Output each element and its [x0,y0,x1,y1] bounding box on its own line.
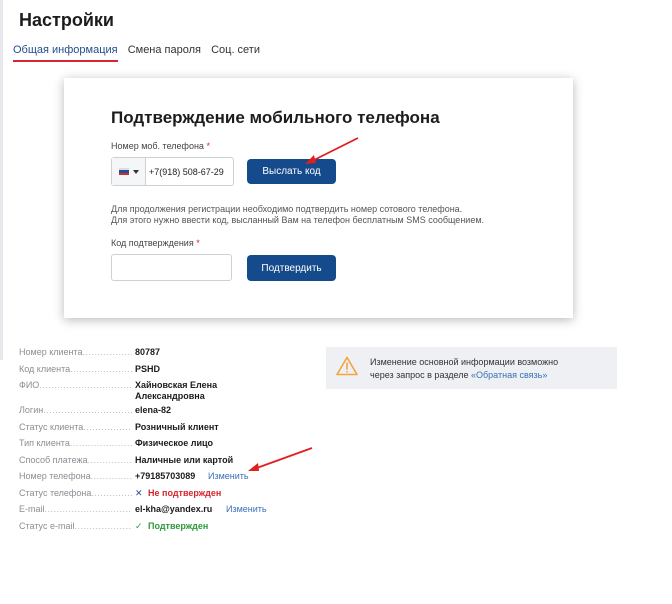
notice-line-2: через запрос в разделе «Обратная связь» [370,369,558,382]
detail-label: Номер клиента [19,347,132,357]
detail-value: Хайновская Елена Александровна [135,380,217,402]
phone-status-text: Не подтвержден [148,487,222,498]
tab-change-password[interactable]: Смена пароля [128,44,201,60]
detail-label: Тип клиента [19,438,132,448]
detail-value: elena-82 [135,405,172,415]
email-status-text: Подтвержден [148,520,209,531]
checkmark-icon: ✓ [135,520,143,531]
full-name-line-1: Хайновская Елена [135,380,218,390]
change-email-link[interactable]: Изменить [226,504,267,514]
cross-icon: ✕ [135,487,143,498]
required-mark: * [206,141,210,151]
detail-value: Физическое лицо [135,438,214,448]
detail-value: Розничный клиент [135,421,219,432]
phone-input-group [111,157,234,186]
detail-label: E-mail [19,504,132,514]
detail-value: Наличные или картой [135,454,234,465]
notice-text: Изменение основной информации возможно ч… [370,356,558,382]
change-phone-link[interactable]: Изменить [208,471,249,481]
detail-value: +79185703089 [135,471,196,481]
feedback-link[interactable]: «Обратная связь» [471,370,547,380]
settings-tabs: Общая информация Смена пароля Соц. сети [13,44,267,62]
country-selector[interactable] [112,158,146,185]
info-notice: Изменение основной информации возможно ч… [326,347,617,389]
code-label-text: Код подтверждения [111,238,194,248]
phone-confirmation-modal: Подтверждение мобильного телефона Номер … [64,78,573,318]
detail-label: Логин [19,405,132,415]
required-mark: * [196,238,200,248]
tab-general-info[interactable]: Общая информация [13,44,118,62]
tab-social-networks[interactable]: Соц. сети [211,44,260,60]
detail-label: Способ платежа [19,455,132,465]
phone-label-text: Номер моб. телефона [111,141,204,151]
info-line-2: Для этого нужно ввести код, высланный Ва… [111,215,485,225]
detail-label: Код клиента [19,364,132,374]
annotation-arrow-change-phone [248,447,313,471]
detail-label: Номер телефона [19,471,132,481]
modal-title: Подтверждение мобильного телефона [111,108,440,127]
detail-value: 80787 [135,347,161,357]
detail-value: ✓ Подтвержден [135,521,208,532]
info-text: Для продолжения регистрации необходимо п… [111,204,484,226]
detail-label: Статус e-mail [19,521,132,531]
detail-label: Статус телефона [19,488,132,498]
phone-input[interactable] [146,158,230,185]
detail-label: ФИО [19,380,132,390]
full-name-line-2: Александровна [135,391,205,401]
code-input[interactable] [111,254,232,281]
code-label: Код подтверждения * [111,238,200,248]
notice-line-1: Изменение основной информации возможно [370,357,559,367]
detail-value: ✕ Не подтвержден [135,488,221,499]
annotation-arrow-send-code [305,137,359,164]
confirm-button[interactable]: Подтвердить [247,255,336,281]
info-line-1: Для продолжения регистрации необходимо п… [111,204,463,214]
detail-value: PSHD [135,363,161,374]
notice-line-2-prefix: через запрос в разделе [370,370,471,380]
chevron-down-icon [133,170,139,174]
page-title: Настройки [19,10,114,30]
phone-label: Номер моб. телефона * [111,141,210,151]
detail-value: el-kha@yandex.ru [135,504,213,514]
detail-label: Статус клиента [19,422,132,432]
russia-flag-icon [119,168,129,175]
warning-icon [336,356,358,376]
left-edge-strip [0,0,3,360]
